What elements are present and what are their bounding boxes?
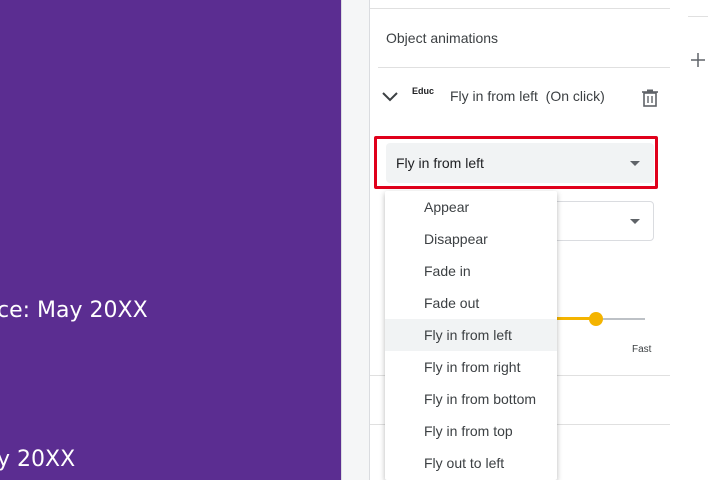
section-title: Object animations <box>386 30 499 46</box>
dropdown-option-label: Fly in from top <box>424 423 513 439</box>
dropdown-option[interactable]: Fade in <box>385 255 557 287</box>
dropdown-arrow-icon <box>630 219 640 224</box>
scroll-gutter <box>341 0 370 480</box>
dropdown-option[interactable]: Appear <box>385 191 557 223</box>
dropdown-option-label: Disappear <box>424 231 488 247</box>
dropdown-option-label: Fly out to left <box>424 455 505 471</box>
speed-slider-thumb[interactable] <box>589 312 603 326</box>
dropdown-option-label: Fly in from left <box>424 327 512 343</box>
dropdown-option[interactable]: Disappear <box>385 223 557 255</box>
slide-date-text: ce: May 20XX <box>0 298 148 323</box>
chevron-down-icon[interactable] <box>380 86 400 106</box>
slide-canvas[interactable]: ce: May 20XX y 20XX <box>0 0 341 480</box>
trash-icon[interactable] <box>640 88 660 108</box>
dropdown-option[interactable]: Fly out to left <box>385 447 557 479</box>
dropdown-option[interactable]: Fly in from top <box>385 415 557 447</box>
dropdown-option[interactable]: Fly in from right <box>385 351 557 383</box>
speed-fast-label: Fast <box>632 344 652 355</box>
dropdown-option-label: Appear <box>424 199 470 215</box>
dropdown-option-label: Fly in from right <box>424 359 521 375</box>
animation-type-dropdown-menu: Appear Disappear Fade in Fade out Fly in… <box>385 191 557 480</box>
animation-description: Fly in from left (On click) <box>450 88 605 104</box>
dropdown-option-label: Fade in <box>424 263 471 279</box>
dropdown-option-label: Fade out <box>424 295 480 311</box>
animation-list-item[interactable]: Educ Fly in from left (On click) <box>370 68 670 126</box>
slide-date-text-bottom: y 20XX <box>0 447 76 472</box>
plus-icon[interactable] <box>690 52 706 68</box>
dropdown-option-label: Fly in from bottom <box>424 391 537 407</box>
object-name: Educ <box>412 86 434 96</box>
dropdown-option[interactable]: Fly in from bottom <box>385 383 557 415</box>
dropdown-option-selected[interactable]: Fly in from left <box>385 319 557 351</box>
side-panel-strip <box>670 0 725 480</box>
highlight-box <box>374 136 658 189</box>
dropdown-option[interactable]: Fade out <box>385 287 557 319</box>
divider <box>688 16 708 17</box>
divider <box>370 8 670 9</box>
